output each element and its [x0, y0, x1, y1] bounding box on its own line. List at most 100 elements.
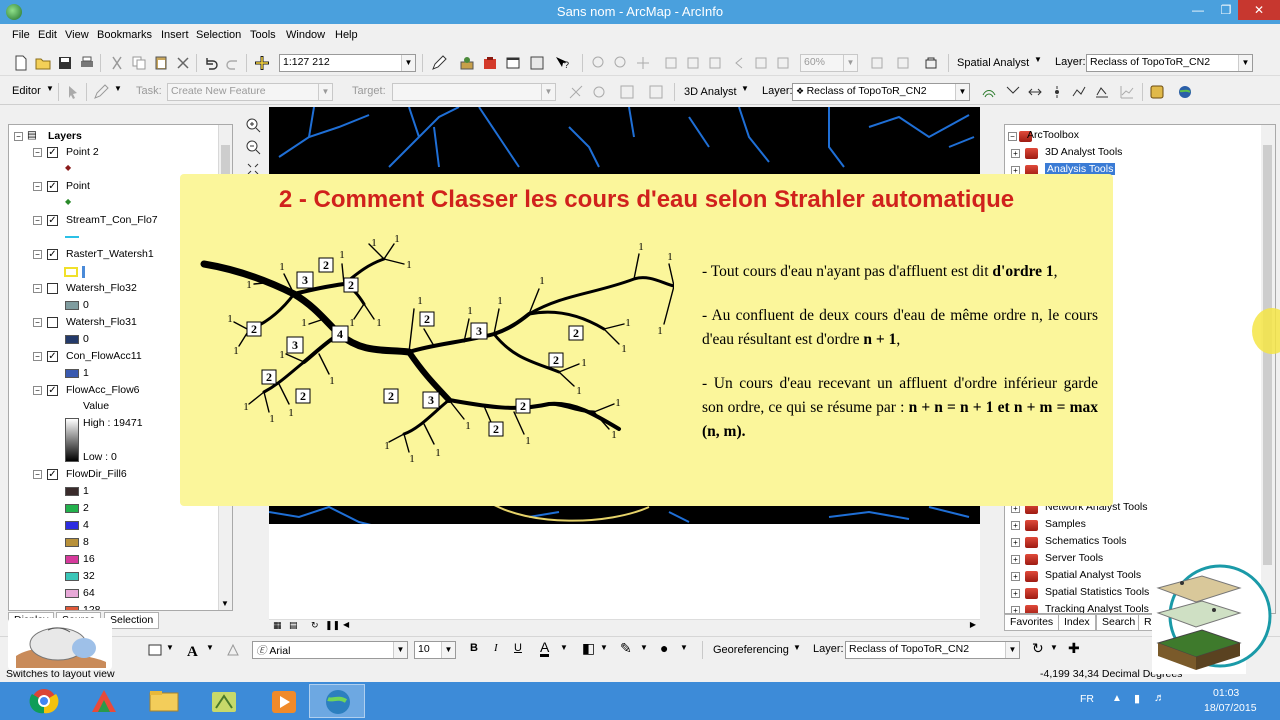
toolbox-item-label[interactable]: 3D Analyst Tools — [1045, 146, 1122, 158]
expand-icon[interactable]: + — [1011, 555, 1020, 564]
layer-visibility-checkbox[interactable]: ✓ — [47, 385, 58, 396]
tab-selection[interactable]: Selection — [104, 612, 160, 629]
layer-name[interactable]: Point 2 — [66, 146, 99, 158]
change-layout-icon[interactable] — [922, 54, 940, 72]
toc-layer-row[interactable]: − Watersh_Flo31 — [9, 315, 209, 331]
contour-icon[interactable] — [980, 83, 998, 101]
taskbar-app-4[interactable] — [196, 684, 252, 718]
line-color-dropdown-icon[interactable]: ▼ — [640, 643, 648, 652]
collapse-icon[interactable]: − — [33, 250, 42, 259]
arctoolbox-root[interactable]: − ArcToolbox — [1005, 128, 1205, 144]
toc-layer-row[interactable]: − ✓ StreamT_Con_Flo7 — [9, 213, 209, 229]
expand-icon[interactable]: + — [1011, 149, 1020, 158]
toc-layer-row[interactable]: − Watersh_Flo32 — [9, 281, 209, 297]
3d-analyst-dropdown-icon[interactable]: ▼ — [741, 84, 749, 93]
undo-icon[interactable] — [202, 54, 220, 72]
scroll-right-icon[interactable]: ▶ — [970, 620, 976, 629]
scroll-down-icon[interactable]: ▼ — [221, 599, 229, 608]
editor-dropdown-icon[interactable]: ▼ — [46, 84, 54, 93]
spatial-analyst-menu[interactable]: Spatial Analyst — [957, 57, 1029, 69]
arcscene-icon[interactable] — [1148, 83, 1166, 101]
layer-visibility-checkbox[interactable]: ✓ — [47, 469, 58, 480]
georeferencing-dropdown-icon[interactable]: ▼ — [793, 643, 801, 652]
tab-favorites[interactable]: Favorites — [1004, 614, 1060, 631]
collapse-icon[interactable]: − — [33, 386, 42, 395]
taskbar-chrome[interactable] — [16, 684, 72, 718]
font-color-dropdown-icon[interactable]: ▼ — [560, 643, 568, 652]
rotate-dropdown-icon[interactable]: ▼ — [1050, 643, 1058, 652]
layer-visibility-checkbox[interactable]: ✓ — [47, 215, 58, 226]
whats-this-icon[interactable]: ? — [553, 54, 571, 72]
scroll-left-icon[interactable]: ◀ — [343, 620, 349, 629]
layer-name[interactable]: Point — [66, 180, 90, 192]
menu-view[interactable]: View — [65, 29, 89, 41]
font-size-combo[interactable]: 10 ▼ — [414, 641, 456, 659]
3d-analyst-menu[interactable]: 3D Analyst — [684, 86, 737, 98]
toolbox-scrollbar[interactable] — [1261, 125, 1275, 613]
layer-name[interactable]: Watersh_Flo31 — [66, 316, 137, 328]
copy-icon[interactable] — [130, 54, 148, 72]
maximize-button[interactable]: ❐ — [1212, 0, 1240, 20]
zoom-out-icon[interactable] — [244, 138, 262, 156]
print-icon[interactable] — [78, 54, 96, 72]
layer-visibility-checkbox[interactable] — [47, 283, 58, 294]
spatial-analyst-dropdown-icon[interactable]: ▼ — [1034, 55, 1042, 64]
toolbox-item-label[interactable]: Server Tools — [1045, 552, 1103, 564]
line-of-sight-icon[interactable] — [1026, 83, 1044, 101]
rectangle-dropdown-icon[interactable]: ▼ — [166, 643, 174, 652]
toolbox-item[interactable]: + Samples — [1005, 517, 1255, 533]
interpolate-line-icon[interactable] — [1070, 83, 1088, 101]
menu-insert[interactable]: Insert — [161, 29, 189, 41]
layer-name[interactable]: Watersh_Flo32 — [66, 282, 137, 294]
collapse-icon[interactable]: − — [33, 148, 42, 157]
collapse-icon[interactable]: − — [33, 352, 42, 361]
3d-layer-combo[interactable]: ❖ Reclass of TopoToR_CN2 ▼ — [792, 83, 970, 101]
underline-button[interactable]: U — [514, 642, 522, 654]
georeferencing-menu[interactable]: Georeferencing — [713, 644, 789, 656]
layout-view-icon[interactable]: ▤ — [289, 620, 298, 631]
menu-help[interactable]: Help — [335, 29, 358, 41]
layer-name[interactable]: RasterT_Watersh1 — [66, 248, 154, 260]
paste-icon[interactable] — [152, 54, 170, 72]
zoom-in-icon[interactable] — [244, 116, 262, 134]
menu-selection[interactable]: Selection — [196, 29, 241, 41]
toolbox-item[interactable]: +3D Analyst Tools — [1005, 145, 1255, 161]
network-icon[interactable]: ▮ — [1134, 692, 1140, 705]
toc-layer-row[interactable]: − ✓ FlowDir_Fill6 — [9, 467, 209, 483]
tab-index[interactable]: Index — [1058, 614, 1096, 631]
bold-button[interactable]: B — [470, 642, 478, 654]
scale-combo[interactable]: 1:127 212 ▼ — [279, 54, 416, 72]
editor-menu[interactable]: Editor — [12, 85, 41, 97]
refresh-icon[interactable]: ↻ — [311, 620, 319, 631]
layer-name[interactable]: FlowAcc_Flow6 — [66, 384, 140, 396]
taskbar-explorer[interactable] — [136, 684, 192, 718]
collapse-icon[interactable]: − — [33, 216, 42, 225]
text-dropdown-icon[interactable]: ▼ — [206, 643, 214, 652]
toolbox-item[interactable]: + Schematics Tools — [1005, 534, 1255, 550]
geo-layer-combo[interactable]: Reclass of TopoToR_CN2 ▼ — [845, 641, 1020, 659]
arcglobe-icon[interactable] — [1176, 83, 1194, 101]
menu-tools[interactable]: Tools — [250, 29, 276, 41]
taskbar-arcmap[interactable] — [309, 684, 365, 718]
toolbox-item-label[interactable]: Schematics Tools — [1045, 535, 1127, 547]
layer-visibility-checkbox[interactable] — [47, 317, 58, 328]
rectangle-icon[interactable] — [146, 641, 164, 659]
pause-icon[interactable]: ❚❚ — [325, 620, 340, 631]
toolbox-item-label[interactable]: Spatial Statistics Tools — [1045, 586, 1149, 598]
marker-color-dropdown-icon[interactable]: ▼ — [680, 643, 688, 652]
text-tool-icon[interactable]: A — [184, 641, 202, 660]
taskbar-app-2[interactable] — [76, 684, 132, 718]
toc-layer-row[interactable]: − ✓ Point 2 — [9, 145, 209, 161]
interpolate-point-icon[interactable] — [1048, 83, 1066, 101]
fill-color-icon[interactable]: ◧ — [582, 640, 595, 657]
data-view-icon[interactable]: ▦ — [273, 620, 282, 631]
catalog-icon[interactable] — [528, 54, 546, 72]
language-indicator[interactable]: FR — [1080, 693, 1094, 705]
layer-name[interactable]: FlowDir_Fill6 — [66, 468, 127, 480]
menu-bookmarks[interactable]: Bookmarks — [97, 29, 152, 41]
cut-icon[interactable] — [108, 54, 126, 72]
volume-icon[interactable]: ♬ — [1154, 692, 1165, 704]
toc-layer-row[interactable]: − ✓ Con_FlowAcc11 — [9, 349, 209, 365]
interpolate-polygon-icon[interactable] — [1093, 83, 1111, 101]
layer-name[interactable]: StreamT_Con_Flo7 — [66, 214, 158, 226]
